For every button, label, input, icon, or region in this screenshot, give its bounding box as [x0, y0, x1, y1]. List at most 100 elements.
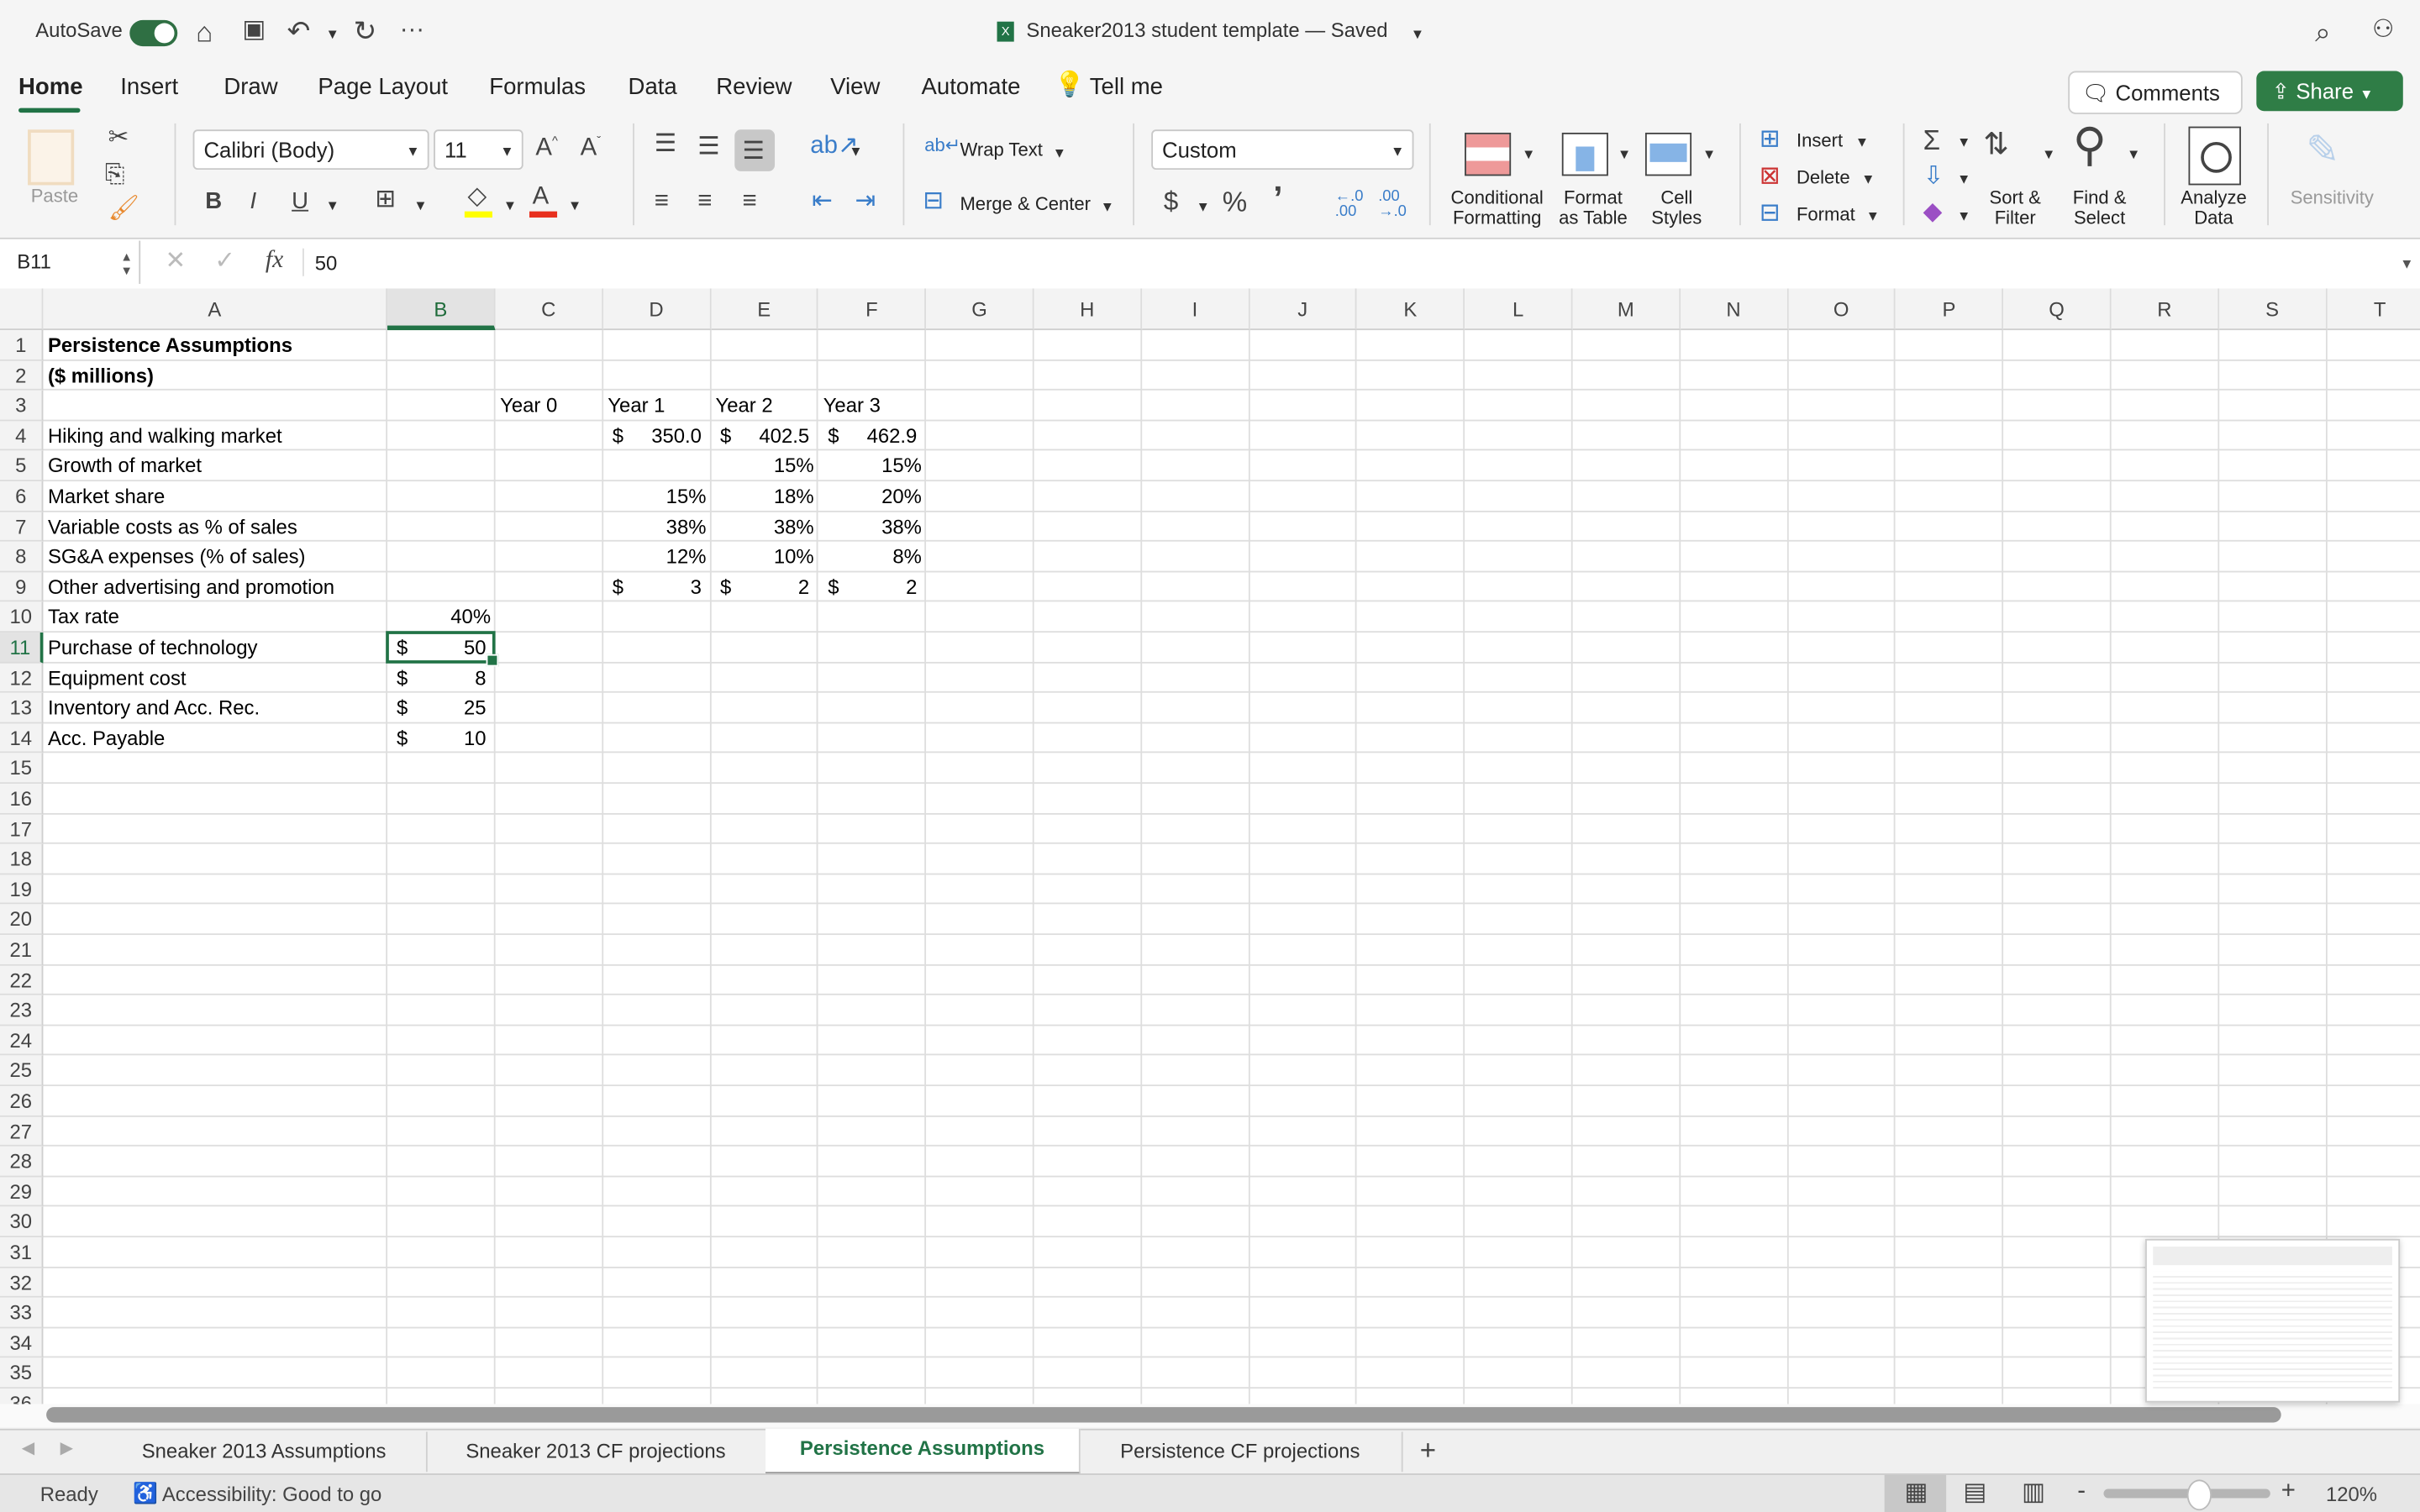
row-header-27[interactable]: 27: [0, 1116, 44, 1147]
column-header-G[interactable]: G: [926, 288, 1034, 331]
column-header-T[interactable]: T: [2327, 288, 2420, 331]
tab-home[interactable]: Home: [18, 74, 83, 100]
row-header-3[interactable]: 3: [0, 391, 44, 422]
scroll-tabs-left-icon[interactable]: ◀: [22, 1441, 35, 1458]
cut-icon[interactable]: ✂: [108, 126, 129, 151]
column-header-D[interactable]: D: [602, 288, 711, 331]
zoom-level[interactable]: 120%: [2326, 1483, 2377, 1506]
tab-formulas[interactable]: Formulas: [489, 74, 586, 100]
format-button[interactable]: Format: [1797, 203, 1855, 225]
row-header-16[interactable]: 16: [0, 784, 44, 815]
normal-view-button[interactable]: ▦: [1884, 1474, 1947, 1512]
row-header-17[interactable]: 17: [0, 814, 44, 845]
row-header-15[interactable]: 15: [0, 753, 44, 785]
name-box[interactable]: B11 ▲ ▼: [2, 240, 141, 284]
enter-icon[interactable]: ✓: [214, 249, 235, 275]
cell-F9[interactable]: $2: [818, 572, 926, 602]
sort-filter-icon[interactable]: ⇅: [1983, 129, 2009, 160]
column-header-L[interactable]: L: [1465, 288, 1573, 331]
row-header-13[interactable]: 13: [0, 693, 44, 724]
cell-A5[interactable]: Growth of market: [43, 451, 387, 481]
cell-A11[interactable]: Purchase of technology: [43, 633, 387, 663]
zoom-slider[interactable]: [2103, 1479, 2270, 1511]
cell-styles-icon[interactable]: [1644, 132, 1692, 176]
row-header-2[interactable]: 2: [0, 360, 44, 391]
row-header-19[interactable]: 19: [0, 874, 44, 906]
cell-B14[interactable]: $10: [387, 723, 496, 753]
accessibility-status[interactable]: Accessibility: Good to go: [162, 1483, 381, 1506]
title-dropdown-icon[interactable]: ▼: [1411, 26, 1424, 41]
find-select-button[interactable]: Find & Select: [2073, 187, 2127, 228]
search-icon[interactable]: ⌕: [2315, 18, 2331, 46]
autosum-icon[interactable]: Σ: [1923, 127, 1940, 155]
cell-styles-button[interactable]: Cell Styles: [1651, 187, 1702, 228]
autosave-toggle[interactable]: [129, 19, 178, 47]
column-header-J[interactable]: J: [1249, 288, 1358, 331]
row-header-32[interactable]: 32: [0, 1268, 44, 1299]
decrease-decimal-icon[interactable]: .00 →.0: [1378, 189, 1407, 221]
increase-font-icon[interactable]: A^: [535, 135, 558, 161]
align-top-icon[interactable]: ☰: [655, 132, 676, 157]
window-preview-thumbnail[interactable]: [2145, 1238, 2401, 1403]
row-header-9[interactable]: 9: [0, 572, 44, 603]
cell-E5[interactable]: 15%: [711, 451, 818, 481]
insert-button[interactable]: Insert: [1797, 129, 1843, 151]
tab-data[interactable]: Data: [629, 74, 677, 100]
italic-button[interactable]: I: [250, 190, 257, 213]
add-sheet-button[interactable]: +: [1420, 1436, 1436, 1464]
column-header-I[interactable]: I: [1141, 288, 1250, 331]
row-header-23[interactable]: 23: [0, 995, 44, 1026]
row-header-20[interactable]: 20: [0, 905, 44, 936]
redo-icon[interactable]: ↻: [354, 17, 377, 45]
cell-B10[interactable]: 40%: [387, 602, 496, 633]
cell-A7[interactable]: Variable costs as % of sales: [43, 512, 387, 542]
column-header-Q[interactable]: Q: [2003, 288, 2112, 331]
cell-D4[interactable]: $350.0: [603, 421, 711, 451]
borders-icon[interactable]: ⊞: [375, 187, 396, 213]
increase-decimal-icon[interactable]: ←.0.00: [1335, 189, 1364, 221]
column-header-H[interactable]: H: [1034, 288, 1142, 331]
percent-button[interactable]: %: [1223, 188, 1247, 216]
fill-icon[interactable]: ⇩: [1923, 165, 1944, 190]
row-header-26[interactable]: 26: [0, 1086, 44, 1117]
row-header-28[interactable]: 28: [0, 1147, 44, 1178]
fill-color-icon[interactable]: ◇: [468, 184, 487, 209]
column-header-M[interactable]: M: [1572, 288, 1681, 331]
conditional-formatting-button[interactable]: Conditional Formatting: [1451, 187, 1544, 228]
row-header-12[interactable]: 12: [0, 663, 44, 694]
comments-button[interactable]: 🗨 Comments: [2068, 71, 2243, 114]
page-break-view-button[interactable]: ▥: [2022, 1480, 2045, 1505]
row-header-1[interactable]: 1: [0, 330, 44, 361]
row-header-31[interactable]: 31: [0, 1237, 44, 1268]
cell-E4[interactable]: $402.5: [711, 421, 818, 451]
merge-center-button[interactable]: Merge & Center: [960, 193, 1091, 215]
cell-C3[interactable]: Year 0: [496, 391, 603, 421]
row-header-18[interactable]: 18: [0, 844, 44, 875]
clear-icon[interactable]: ◆: [1923, 200, 1943, 225]
share-person-icon[interactable]: ⚇: [2372, 18, 2394, 43]
cell-E8[interactable]: 10%: [711, 542, 818, 572]
cell-A9[interactable]: Other advertising and promotion: [43, 572, 387, 602]
cell-D6[interactable]: 15%: [603, 481, 711, 512]
tell-me-search[interactable]: Tell me: [1090, 74, 1163, 100]
zoom-out-button[interactable]: -: [2077, 1479, 2086, 1504]
cell-A8[interactable]: SG&A expenses (% of sales): [43, 542, 387, 572]
copy-icon[interactable]: ⎘: [105, 163, 125, 188]
cell-A1[interactable]: Persistence Assumptions: [43, 330, 387, 360]
sheet-tab-sneaker-2013-assumptions[interactable]: Sneaker 2013 Assumptions: [102, 1431, 428, 1473]
paste-icon[interactable]: [28, 129, 75, 186]
sheet-tab-persistence-assumptions[interactable]: Persistence Assumptions: [765, 1428, 1081, 1475]
cell-D7[interactable]: 38%: [603, 512, 711, 542]
row-header-5[interactable]: 5: [0, 451, 44, 482]
cell-F8[interactable]: 8%: [818, 542, 926, 572]
column-header-R[interactable]: R: [2111, 288, 2219, 331]
tab-view[interactable]: View: [830, 74, 880, 100]
analyze-data-icon[interactable]: [2188, 126, 2241, 186]
comma-style-button[interactable]: ’: [1273, 181, 1282, 216]
scroll-tabs-right-icon[interactable]: ▶: [60, 1441, 74, 1458]
font-color-icon[interactable]: A: [533, 184, 550, 209]
align-center-icon[interactable]: ≡: [697, 189, 712, 214]
more-icon[interactable]: ···: [400, 18, 424, 43]
fill-handle[interactable]: [486, 654, 499, 666]
zoom-in-button[interactable]: +: [2281, 1479, 2296, 1504]
